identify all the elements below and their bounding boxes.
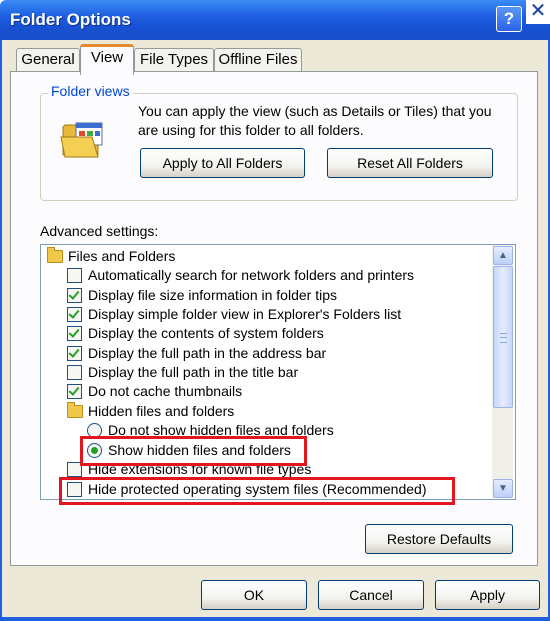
checkbox[interactable] (67, 365, 82, 380)
folder-views-legend: Folder views (48, 83, 133, 99)
checkbox-checked[interactable] (67, 288, 82, 303)
folder-with-window-icon (60, 122, 103, 158)
advanced-settings-label: Advanced settings: (40, 223, 159, 239)
chevron-down-icon[interactable]: ▼ (493, 479, 513, 498)
tab-view[interactable]: View (80, 44, 134, 75)
vertical-scrollbar[interactable]: ▲ ▼ (492, 245, 513, 498)
cancel-button[interactable]: Cancel (318, 580, 424, 610)
ok-button[interactable]: OK (201, 580, 307, 610)
folder-views-description: You can apply the view (such as Details … (138, 103, 492, 138)
folder-icon (67, 402, 83, 418)
help-button[interactable]: ? (496, 6, 522, 32)
checkbox-checked[interactable] (67, 346, 82, 361)
restore-defaults-button[interactable]: Restore Defaults (365, 524, 513, 554)
highlight-show-hidden (80, 436, 307, 466)
tab-offline-files[interactable]: Offline Files (214, 48, 302, 71)
checkbox-checked[interactable] (67, 307, 82, 322)
reset-all-folders-button[interactable]: Reset All Folders (327, 148, 493, 178)
highlight-hide-protected (59, 477, 455, 505)
tab-general[interactable]: General (16, 48, 80, 71)
title-bar[interactable]: Folder Options ? ✕ (0, 0, 550, 40)
close-button[interactable]: ✕ (526, 0, 550, 24)
apply-to-all-folders-button[interactable]: Apply to All Folders (140, 148, 305, 178)
checkbox-checked[interactable] (67, 326, 82, 341)
checkbox[interactable] (67, 268, 82, 283)
checkbox-checked[interactable] (67, 384, 82, 399)
window-title: Folder Options (10, 10, 131, 29)
chevron-up-icon[interactable]: ▲ (493, 246, 513, 265)
folder-icon (47, 247, 63, 263)
apply-button[interactable]: Apply (435, 580, 540, 610)
folder-options-dialog: Folder Options ? ✕ General View File Typ… (0, 0, 550, 621)
tab-file-types[interactable]: File Types (134, 48, 214, 71)
grip-icon (500, 333, 507, 343)
scroll-thumb[interactable] (493, 266, 513, 408)
